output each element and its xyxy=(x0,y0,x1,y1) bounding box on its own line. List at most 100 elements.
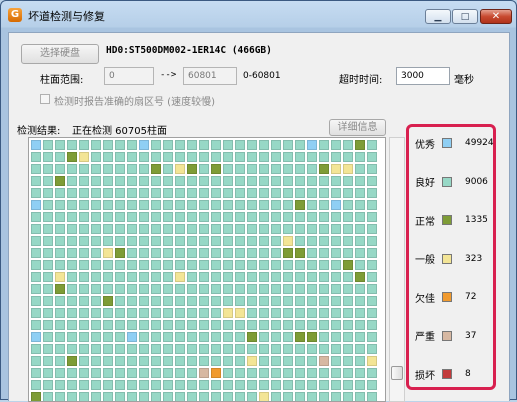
cylinder-cell xyxy=(91,236,101,246)
cylinder-map xyxy=(28,137,386,402)
cylinder-cell xyxy=(283,320,293,330)
cylinder-cell xyxy=(91,164,101,174)
cylinder-cell xyxy=(55,236,65,246)
cylinder-cell xyxy=(235,224,245,234)
cylinder-cell xyxy=(295,236,305,246)
close-button[interactable]: ✕ xyxy=(480,9,512,24)
legend-swatch xyxy=(442,253,452,264)
cylinder-cell xyxy=(187,200,197,210)
cylinder-cell xyxy=(163,260,173,270)
cylinder-cell xyxy=(31,392,41,401)
cylinder-cell xyxy=(211,344,221,354)
cylinder-cell xyxy=(91,272,101,282)
cylinder-cell xyxy=(319,164,329,174)
select-disk-button[interactable]: 选择硬盘 xyxy=(21,44,99,64)
cylinder-cell xyxy=(163,248,173,258)
cylinder-cell xyxy=(175,188,185,198)
cylinder-cell xyxy=(271,296,281,306)
cylinder-cell xyxy=(247,236,257,246)
cylinder-cell xyxy=(331,212,341,222)
timeout-field[interactable]: 3000 xyxy=(396,67,450,85)
cylinder-cell xyxy=(367,152,377,162)
cylinder-cell xyxy=(115,140,125,150)
cylinder-cell xyxy=(271,164,281,174)
legend-item: 良好 9006 xyxy=(415,175,488,189)
cylinder-cell xyxy=(115,392,125,401)
cylinder-cell xyxy=(211,272,221,282)
cylinder-cell xyxy=(139,392,149,401)
cylinder-cell xyxy=(319,224,329,234)
title-bar[interactable]: G 坏道检测与修复 ▁ □ ✕ xyxy=(1,1,516,29)
cylinder-cell xyxy=(175,236,185,246)
cylinder-cell xyxy=(355,296,365,306)
cylinder-cell xyxy=(343,164,353,174)
cylinder-cell xyxy=(319,284,329,294)
cylinder-cell xyxy=(79,380,89,390)
cylinder-cell xyxy=(331,356,341,366)
cylinder-cell xyxy=(31,152,41,162)
cylinder-cell xyxy=(247,356,257,366)
cylinder-cell xyxy=(331,224,341,234)
cylinder-cell xyxy=(91,284,101,294)
cylinder-cell xyxy=(91,332,101,342)
minimize-button[interactable]: ▁ xyxy=(425,9,451,24)
map-scrollbar[interactable] xyxy=(389,137,405,402)
cylinder-cell xyxy=(127,296,137,306)
cylinder-cell xyxy=(127,212,137,222)
cylinder-cell xyxy=(247,284,257,294)
cylinder-cell xyxy=(163,212,173,222)
cylinder-cell xyxy=(79,284,89,294)
cylinder-cell xyxy=(175,368,185,378)
cylinder-cell xyxy=(367,236,377,246)
cylinder-cell xyxy=(343,308,353,318)
scrollbar-thumb[interactable] xyxy=(391,366,403,380)
cylinder-cell xyxy=(175,356,185,366)
cylinder-cell xyxy=(43,284,53,294)
cylinder-cell xyxy=(115,176,125,186)
cylinder-cell xyxy=(271,260,281,270)
cylinder-cell xyxy=(259,356,269,366)
cylinder-cell xyxy=(307,368,317,378)
cylinder-cell xyxy=(223,152,233,162)
cylinder-cell xyxy=(295,284,305,294)
cylinder-cell xyxy=(187,320,197,330)
cylinder-cell xyxy=(187,356,197,366)
maximize-button[interactable]: □ xyxy=(452,9,478,24)
disk-info-label: HD0:ST500DM002-1ER14C (466GB) xyxy=(106,45,272,56)
cylinder-cell xyxy=(31,260,41,270)
cylinder-cell xyxy=(115,344,125,354)
cylinder-cell xyxy=(91,392,101,401)
cylinder-cell xyxy=(247,176,257,186)
cylinder-cell xyxy=(223,332,233,342)
cylinder-cell xyxy=(175,248,185,258)
cylinder-cell xyxy=(67,260,77,270)
legend-count: 9006 xyxy=(465,176,488,187)
cylinder-cell xyxy=(43,152,53,162)
cylinder-cell xyxy=(43,236,53,246)
cylinder-cell xyxy=(43,296,53,306)
cylinder-cell xyxy=(259,332,269,342)
minimize-icon: ▁ xyxy=(434,11,442,22)
cylinder-cell xyxy=(175,392,185,401)
legend-item: 严重 37 xyxy=(415,329,476,343)
cylinder-cell xyxy=(127,152,137,162)
report-sector-checkbox[interactable] xyxy=(40,94,50,104)
cylinder-cell xyxy=(259,188,269,198)
cylinder-cell xyxy=(259,236,269,246)
details-button[interactable]: 详细信息 xyxy=(329,119,386,136)
cylinder-cell xyxy=(91,368,101,378)
cylinder-cell xyxy=(331,380,341,390)
cylinder-cell xyxy=(127,308,137,318)
cylinder-cell xyxy=(127,236,137,246)
cylinder-cell xyxy=(79,320,89,330)
cylinder-cell xyxy=(343,332,353,342)
cylinder-start-field[interactable]: 0 xyxy=(104,67,154,85)
cylinder-cell xyxy=(55,392,65,401)
cylinder-cell xyxy=(43,332,53,342)
cylinder-end-field[interactable]: 60801 xyxy=(183,67,237,85)
maximize-icon: □ xyxy=(460,11,470,22)
cylinder-cell xyxy=(139,320,149,330)
cylinder-cell xyxy=(235,176,245,186)
cylinder-cell xyxy=(355,224,365,234)
cylinder-cell xyxy=(151,188,161,198)
